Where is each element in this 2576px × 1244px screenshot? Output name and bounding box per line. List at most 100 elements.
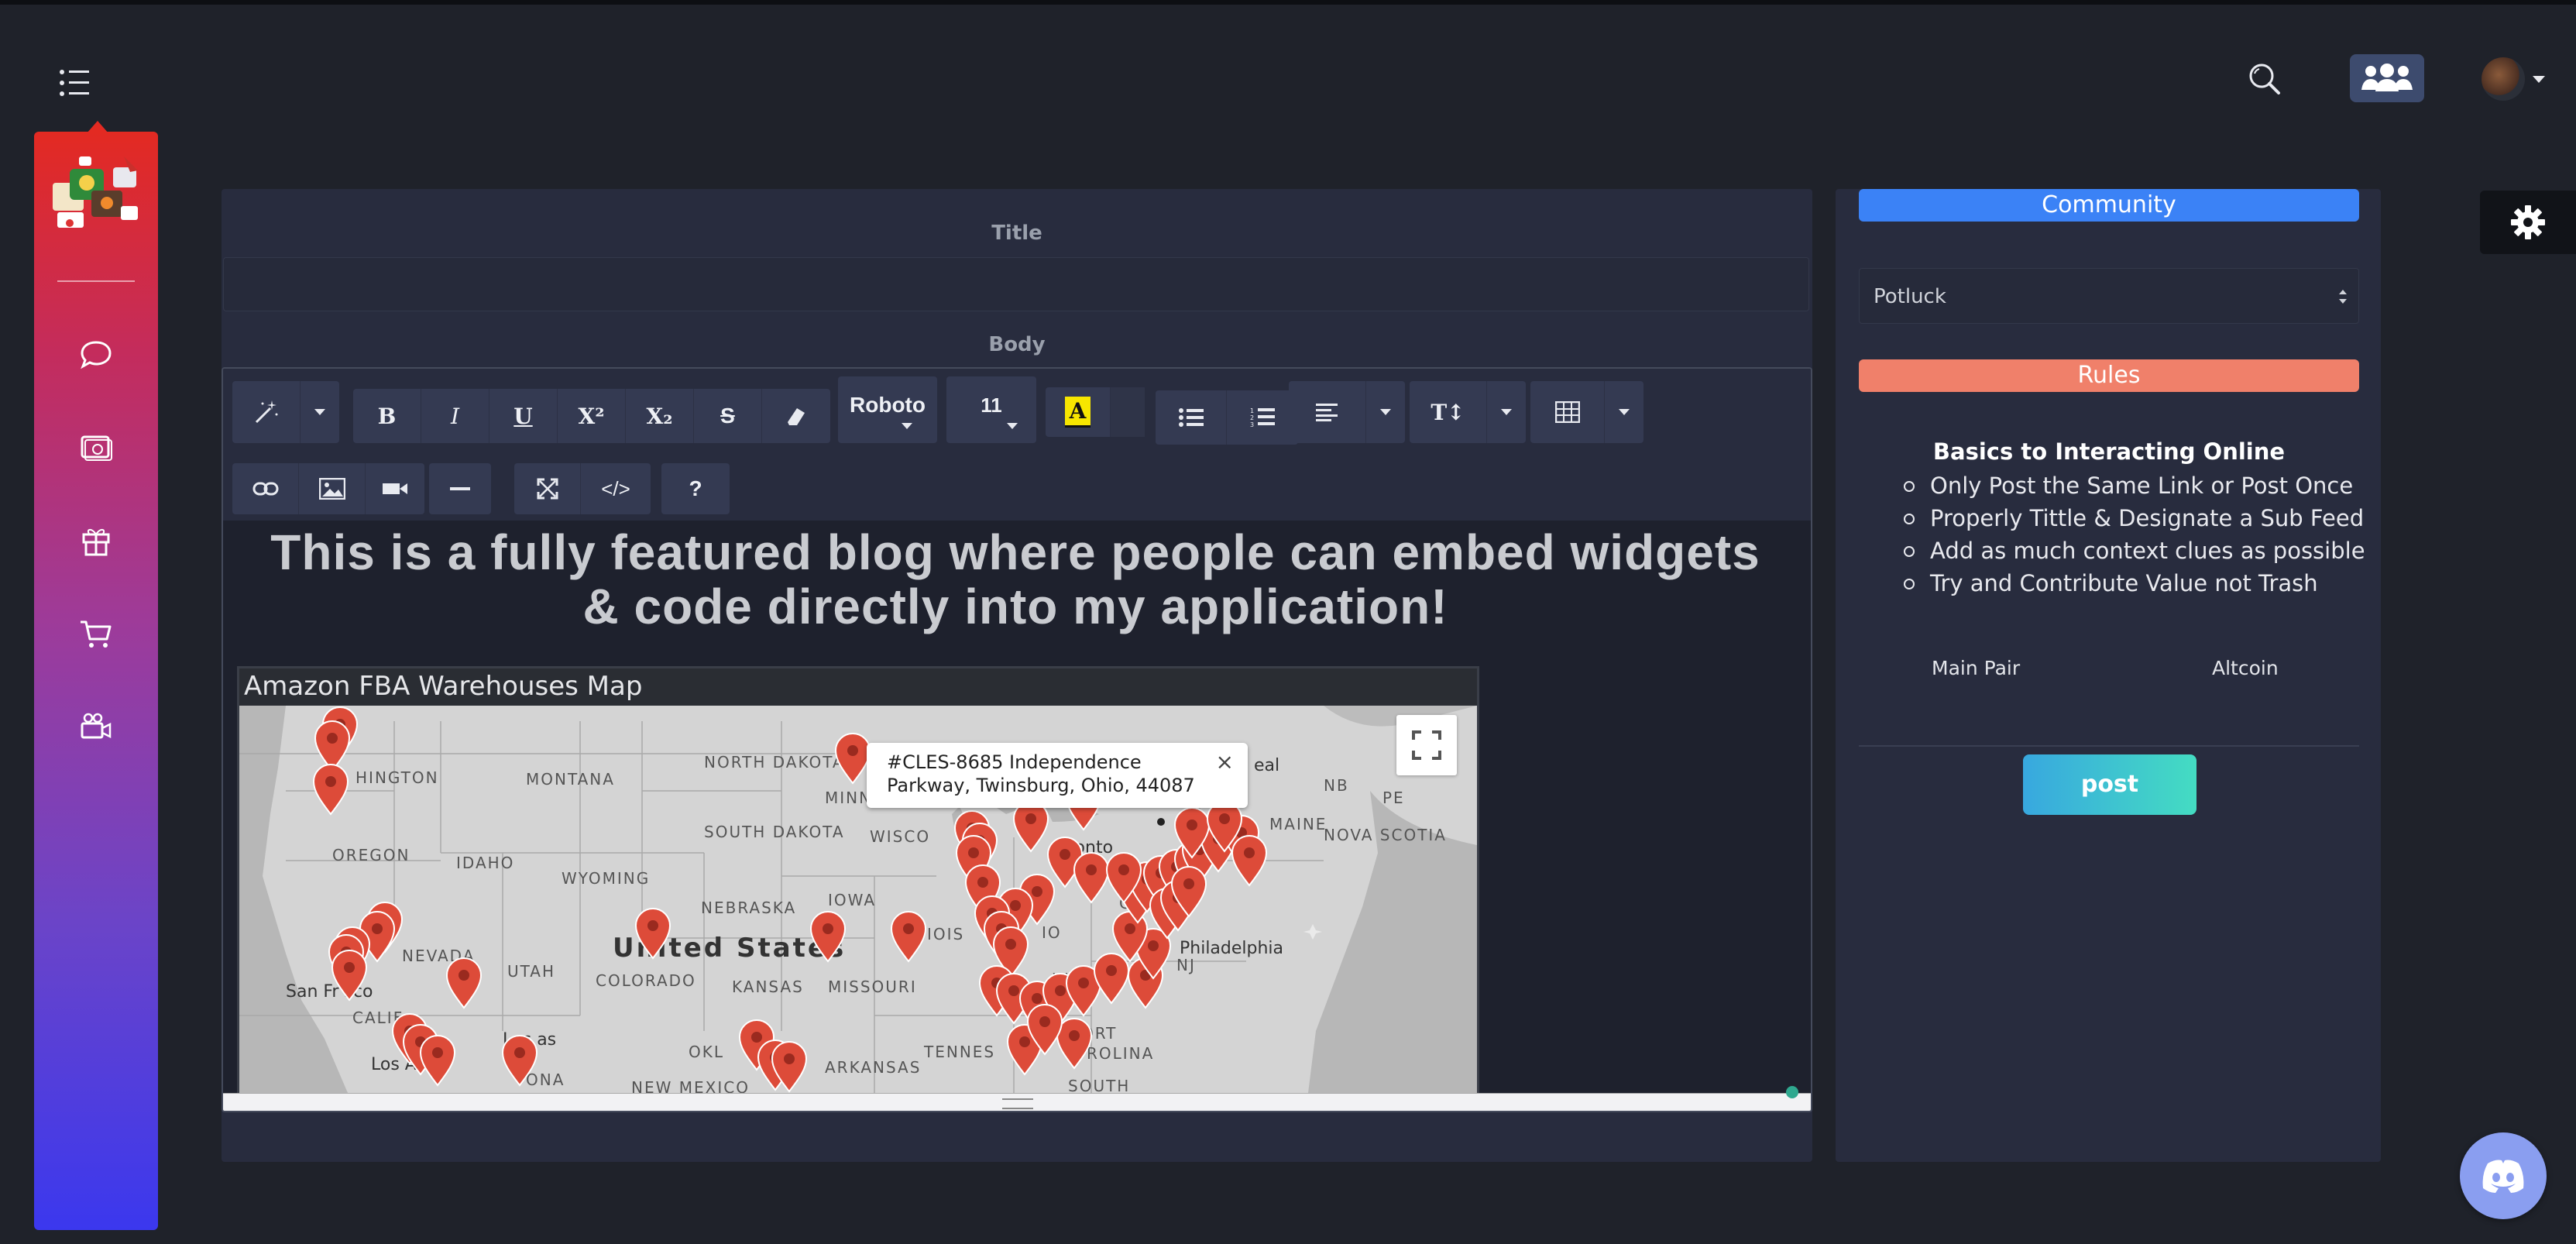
gear-icon	[2511, 205, 2545, 239]
video-button[interactable]	[366, 463, 424, 514]
user-menu[interactable]	[2482, 57, 2545, 101]
code-view-button[interactable]: </>	[581, 463, 651, 514]
list-menu-icon	[60, 70, 89, 96]
table-dropdown[interactable]	[1530, 381, 1643, 443]
editor-resize-handle[interactable]	[223, 1093, 1811, 1111]
sidebar-item-video[interactable]	[74, 705, 118, 748]
italic-button[interactable]: I	[421, 389, 489, 443]
superscript-button[interactable]: X²	[558, 389, 626, 443]
map-label: OREGON	[332, 846, 410, 864]
style-dropdown-button[interactable]	[301, 381, 339, 443]
font-family-dropdown[interactable]: Roboto	[838, 376, 937, 443]
subscript-button[interactable]: X₂	[626, 389, 694, 443]
discord-icon	[2482, 1160, 2524, 1193]
us-map: HINGTON OREGON IDAHO MONTANA WYOMING NOR…	[239, 706, 1477, 1093]
bullet-list-icon	[1178, 408, 1204, 427]
map-label: IO	[1042, 923, 1062, 942]
hr-group	[429, 463, 491, 514]
map-label: ONA	[526, 1070, 565, 1089]
underline-button[interactable]: U	[489, 389, 558, 443]
search-icon	[2249, 64, 2280, 95]
close-icon[interactable]: ×	[1216, 751, 1234, 774]
search-button[interactable]	[2243, 57, 2285, 99]
link-button[interactable]	[232, 463, 299, 514]
map-label: TENNES	[923, 1043, 995, 1061]
table-icon	[1554, 401, 1580, 423]
discord-chat-button[interactable]	[2460, 1132, 2547, 1219]
map-label: Philadelphia	[1180, 939, 1283, 958]
help-button[interactable]: ?	[661, 463, 730, 514]
list-item: Add as much context clues as possible	[1904, 534, 2365, 567]
community-select-value: Potluck	[1874, 285, 1946, 308]
svg-text:1: 1	[1250, 407, 1254, 414]
app-logo[interactable]	[46, 152, 146, 237]
community-count-badge: 4	[2401, 78, 2410, 93]
table-button[interactable]	[1530, 381, 1605, 443]
chevron-down-icon	[1007, 423, 1018, 429]
status-indicator	[1786, 1086, 1798, 1098]
strikethrough-button[interactable]: S	[694, 389, 762, 443]
fullscreen-toggle-button[interactable]	[514, 463, 581, 514]
title-label: Title	[991, 222, 1042, 245]
sidebar-item-chat[interactable]	[74, 333, 118, 376]
line-height-button[interactable]: T↕	[1410, 381, 1487, 443]
settings-button[interactable]	[2480, 191, 2576, 254]
insert-group	[232, 463, 424, 514]
highlight-color-button[interactable]: A	[1046, 387, 1111, 437]
align-button[interactable]	[1289, 381, 1366, 443]
editor-content-area[interactable]: This is a fully featured blog where peop…	[223, 521, 1811, 1095]
info-window-address: #CLES-8685 Independence Parkway, Twinsbu…	[887, 751, 1195, 796]
clear-format-button[interactable]	[762, 389, 830, 443]
table-dropdown-button[interactable]	[1605, 381, 1643, 443]
rules-title: Basics to Interacting Online	[1932, 438, 2286, 465]
sidebar-item-gifts[interactable]	[74, 519, 118, 562]
map-label: COLORADO	[596, 971, 696, 990]
blog-headline: This is a fully featured blog where peop…	[270, 524, 1760, 634]
post-button[interactable]: post	[2023, 754, 2196, 815]
map-label: IOIS	[927, 925, 964, 943]
list-group: 1 2 3	[1156, 390, 1298, 445]
altcoin-label[interactable]: Altcoin	[2212, 657, 2279, 679]
embedded-map-widget: Amazon FBA Warehouses Map HINGTON OREGON…	[237, 666, 1479, 1095]
title-input[interactable]	[223, 257, 1809, 311]
image-button[interactable]	[299, 463, 366, 514]
cart-icon	[81, 620, 112, 648]
horizontal-rule-button[interactable]	[429, 463, 491, 514]
font-style-group: B I U X² X₂ S	[353, 389, 830, 443]
sidebar-item-money[interactable]	[74, 426, 118, 469]
video-icon	[383, 483, 407, 494]
list-item: Properly Tittle & Designate a Sub Feed	[1904, 502, 2365, 534]
menu-toggle-button[interactable]	[53, 64, 96, 102]
main-pair-label[interactable]: Main Pair	[1932, 657, 2020, 679]
map-canvas[interactable]: HINGTON OREGON IDAHO MONTANA WYOMING NOR…	[239, 706, 1477, 1093]
community-select[interactable]: Potluck	[1859, 268, 2359, 324]
style-button[interactable]	[232, 381, 301, 443]
map-label: SOUTH	[1068, 1077, 1130, 1093]
svg-text:2: 2	[1250, 414, 1254, 421]
fullscreen-icon	[1412, 730, 1441, 760]
chat-bubble-icon	[81, 341, 112, 369]
map-label: NJ	[1176, 956, 1196, 974]
map-label: NB	[1324, 776, 1349, 795]
font-size-dropdown[interactable]: 11	[946, 376, 1036, 443]
align-dropdown-button[interactable]	[1366, 381, 1405, 443]
sidebar-item-cart[interactable]	[74, 612, 118, 655]
line-height-dropdown-button[interactable]	[1487, 381, 1526, 443]
chevron-down-icon	[1501, 409, 1512, 415]
paragraph-align-dropdown[interactable]	[1289, 381, 1405, 443]
bold-button[interactable]: B	[353, 389, 421, 443]
community-members-button[interactable]: 4	[2350, 54, 2424, 102]
map-label: IDAHO	[456, 854, 514, 872]
divider	[1859, 745, 2359, 747]
ordered-list-button[interactable]: 1 2 3	[1227, 390, 1298, 445]
map-label: MONTANA	[526, 770, 615, 789]
link-icon	[252, 482, 278, 496]
magic-wand-icon	[255, 400, 277, 424]
map-fullscreen-button[interactable]	[1396, 715, 1457, 775]
community-panel: Community Potluck Rules Basics to Intera…	[1836, 189, 2381, 1162]
color-dropdown-button[interactable]	[1111, 387, 1145, 437]
unordered-list-button[interactable]	[1156, 390, 1227, 445]
grip-icon	[1002, 1098, 1033, 1109]
map-label: ROLINA	[1087, 1044, 1154, 1063]
line-height-dropdown[interactable]: T↕	[1410, 381, 1526, 443]
